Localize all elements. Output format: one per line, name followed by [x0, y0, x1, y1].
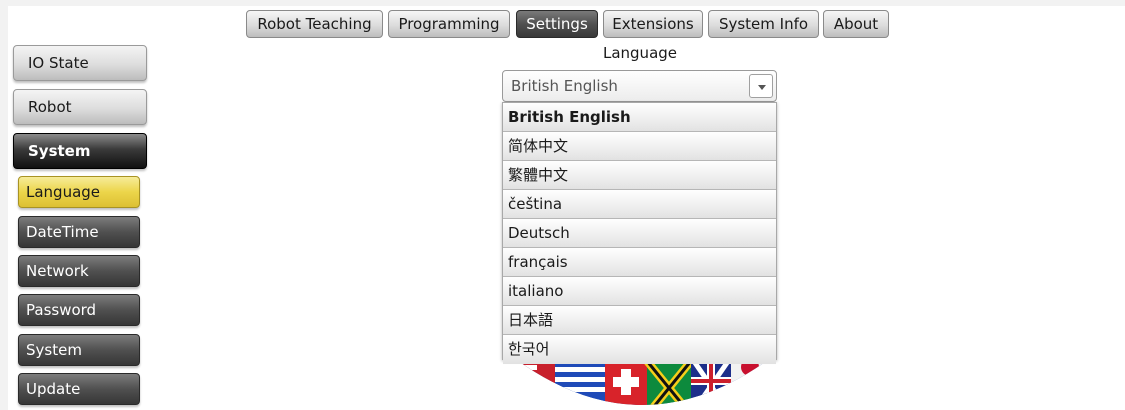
sidebar-subitem-system[interactable]: System — [18, 334, 140, 366]
tab-about[interactable]: About — [823, 10, 889, 38]
language-option[interactable]: Deutsch — [503, 219, 776, 248]
language-option[interactable]: italiano — [503, 277, 776, 306]
tab-robot-teaching[interactable]: Robot Teaching — [246, 10, 383, 38]
tab-settings[interactable]: Settings — [516, 10, 598, 38]
language-option[interactable]: 繁體中文 — [503, 161, 776, 190]
window-frame-left — [0, 0, 8, 410]
tab-system-info[interactable]: System Info — [708, 10, 819, 38]
sidebar-subitem-update[interactable]: Update — [18, 373, 140, 405]
sidebar-item-robot[interactable]: Robot — [13, 89, 147, 125]
language-option[interactable]: français — [503, 248, 776, 277]
language-combobox[interactable]: British English — [502, 70, 777, 102]
sidebar-subitem-datetime[interactable]: DateTime — [18, 216, 140, 248]
language-option[interactable]: British English — [503, 103, 776, 132]
language-option[interactable]: 日本語 — [503, 306, 776, 335]
language-dropdown-list: British English 简体中文 繁體中文 čeština Deutsc… — [502, 102, 777, 364]
language-option[interactable]: 한국어 — [503, 335, 776, 364]
sidebar-subitem-network[interactable]: Network — [18, 255, 140, 287]
language-option[interactable]: 简体中文 — [503, 132, 776, 161]
sidebar-item-io-state[interactable]: IO State — [13, 45, 147, 81]
sidebar-subitem-password[interactable]: Password — [18, 294, 140, 326]
sidebar-subitem-language[interactable]: Language — [18, 176, 140, 208]
window-frame-top — [0, 0, 1125, 6]
language-combobox-value: British English — [511, 77, 618, 95]
tab-extensions[interactable]: Extensions — [603, 10, 703, 38]
chevron-down-icon[interactable] — [749, 74, 773, 98]
language-option[interactable]: čeština — [503, 190, 776, 219]
language-section-title: Language — [602, 44, 678, 62]
tab-programming[interactable]: Programming — [388, 10, 510, 38]
sidebar-item-system[interactable]: System — [13, 133, 147, 169]
settings-page: Robot Teaching Programming Settings Exte… — [0, 0, 1125, 410]
